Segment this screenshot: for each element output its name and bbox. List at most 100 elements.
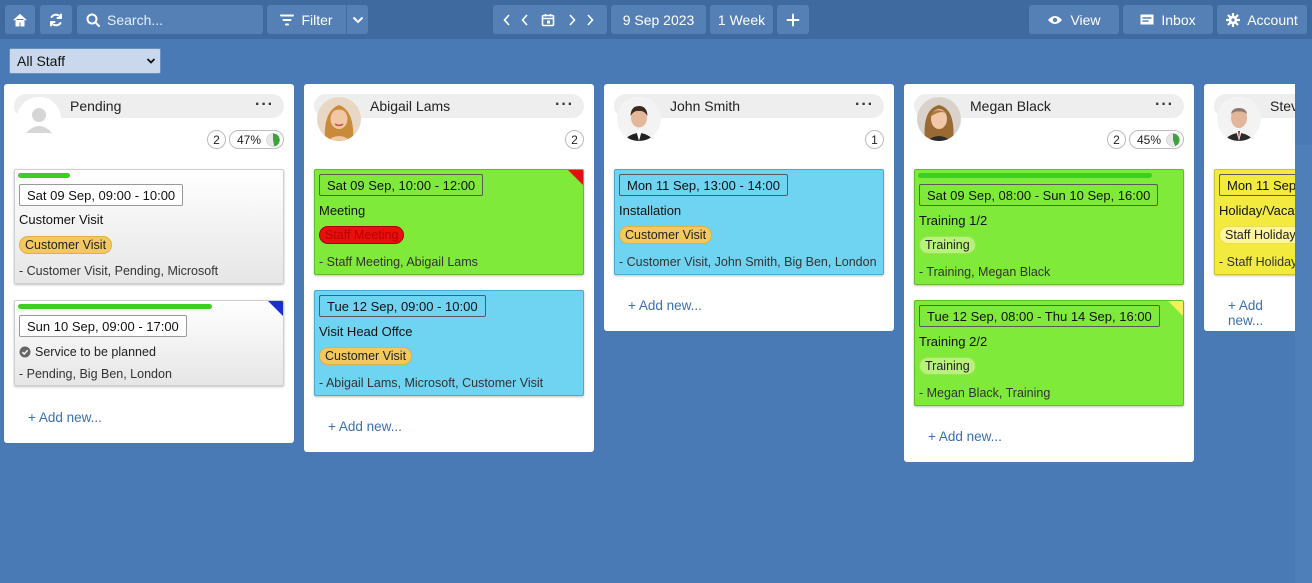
eye-icon: [1048, 15, 1063, 24]
count-badge: 2: [206, 130, 226, 149]
column-badges: 2 45%: [1106, 130, 1184, 149]
appointment-card[interactable]: Tue 12 Sep, 08:00 - Thu 14 Sep, 16:00 Tr…: [914, 300, 1184, 406]
corner-flag: [568, 170, 583, 185]
chevron-down-icon: [352, 16, 363, 23]
avatar: [617, 97, 661, 141]
plus-icon: [786, 13, 800, 26]
next-week-button[interactable]: [581, 13, 599, 26]
filter-button[interactable]: Filter: [267, 5, 346, 34]
column-john-smith: John Smith ··· 1 Mon 11 Sep, 13:00 - 14:…: [604, 84, 894, 331]
card-meta: - Abigail Lams, Microsoft, Customer Visi…: [319, 376, 544, 390]
pie-icon: [266, 132, 280, 147]
column-badges: 1: [865, 130, 884, 149]
home-icon: [13, 13, 27, 26]
column-title: Stev: [1270, 98, 1295, 114]
appointment-card[interactable]: Sat 09 Sep, 10:00 - 12:00 Meeting Staff …: [314, 169, 584, 275]
add-new-link[interactable]: + Add new...: [1228, 298, 1295, 328]
column-title: Abigail Lams: [370, 98, 451, 114]
progress-bar: [18, 304, 212, 309]
percent-value: 47%: [236, 132, 261, 147]
card-date: Mon 11 Sep, 13:00 - 14:00: [619, 174, 788, 196]
range-label: 1 Week: [717, 11, 766, 28]
card-title: Customer Visit: [19, 212, 104, 227]
view-label: View: [1070, 11, 1101, 28]
inbox-label: Inbox: [1161, 11, 1196, 28]
chevron-right-icon: [587, 13, 594, 26]
date-button[interactable]: 9 Sep 2023: [611, 5, 706, 34]
staff-select-value: All Staff: [17, 53, 65, 69]
tag-badge: Customer Visit: [319, 347, 413, 365]
card-date: Sun 10 Sep, 09:00 - 17:00: [19, 315, 187, 337]
tag-badge: Staff Holiday: [1219, 226, 1295, 244]
tag-badge: Training: [919, 357, 976, 375]
card-meta: - Customer Visit, John Smith, Big Ben, L…: [619, 255, 877, 269]
card-date: Sat 09 Sep, 09:00 - 10:00: [19, 184, 184, 206]
card-title: Training 1/2: [919, 213, 988, 228]
tag-badge: Training: [919, 236, 976, 254]
appointment-card[interactable]: Sat 09 Sep, 09:00 - 10:00 Customer Visit…: [14, 169, 284, 284]
inbox-button[interactable]: Inbox: [1123, 5, 1213, 34]
corner-flag: [268, 301, 283, 316]
prev-week-button[interactable]: [497, 13, 517, 26]
tag-badge: Staff Meeting: [319, 226, 405, 244]
add-new-link[interactable]: + Add new...: [928, 429, 1002, 444]
column-title: Megan Black: [970, 98, 1051, 114]
progress-bar: [18, 173, 70, 178]
chevron-left-icon: [521, 13, 528, 26]
more-icon[interactable]: ···: [555, 96, 574, 114]
more-icon[interactable]: ···: [255, 96, 274, 114]
calendar-button[interactable]: [533, 13, 563, 27]
next-day-button[interactable]: [563, 13, 581, 26]
add-new-link[interactable]: + Add new...: [328, 419, 402, 434]
avatar: [917, 97, 961, 141]
filter-icon: [280, 14, 295, 25]
count-badge: 2: [1106, 130, 1126, 149]
refresh-button[interactable]: [40, 5, 72, 34]
column-badges: 2: [565, 130, 584, 149]
percent-badge: 47%: [228, 130, 284, 149]
appointment-card[interactable]: Mon 11 Sep, 13:00 - 14:00 Installation C…: [614, 169, 884, 275]
appointment-card[interactable]: Mon 11 Sep - Holiday/Vacat Staff Holiday…: [1214, 169, 1295, 275]
calendar-icon: [541, 13, 555, 26]
card-date: Sat 09 Sep, 10:00 - 12:00: [319, 174, 484, 196]
percent-badge: 45%: [1128, 130, 1184, 149]
add-button[interactable]: [777, 5, 809, 34]
appointment-card[interactable]: Sat 09 Sep, 08:00 - Sun 10 Sep, 16:00 Tr…: [914, 169, 1184, 285]
card-meta: - Pending, Big Ben, London: [19, 367, 172, 381]
progress-bar: [918, 173, 1152, 178]
card-date: Tue 12 Sep, 08:00 - Thu 14 Sep, 16:00: [919, 305, 1160, 327]
chevron-down-icon: [146, 58, 156, 64]
filter-dropdown-button[interactable]: [346, 5, 368, 34]
card-date: Mon 11 Sep -: [1219, 174, 1295, 196]
search-input[interactable]: Search...: [77, 5, 263, 34]
scrollbar[interactable]: [1295, 145, 1312, 583]
add-new-link[interactable]: + Add new...: [28, 410, 102, 425]
appointment-card[interactable]: Sun 10 Sep, 09:00 - 17:00 Service to be …: [14, 300, 284, 386]
status-text: Service to be planned: [35, 345, 156, 359]
account-button[interactable]: Account: [1217, 5, 1307, 34]
more-icon[interactable]: ···: [1155, 96, 1174, 114]
column-title: Pending: [70, 98, 122, 114]
home-button[interactable]: [5, 5, 35, 34]
tag-badge: Customer Visit: [619, 226, 713, 244]
date-label: 9 Sep 2023: [622, 11, 695, 28]
add-new-link[interactable]: + Add new...: [628, 298, 702, 313]
card-title: Training 2/2: [919, 334, 988, 349]
column-stev: Stev Mon 11 Sep - Holiday/Vacat Staff Ho…: [1204, 84, 1295, 331]
column-abigail-lams: Abigail Lams ··· 2 Sat 09 Sep, 10:00 - 1…: [304, 84, 594, 452]
card-title: Meeting: [319, 203, 366, 218]
date-navigation: [493, 5, 607, 34]
column-megan-black: Megan Black ··· 2 45% Sat 09 Sep, 08:00 …: [904, 84, 1194, 462]
view-button[interactable]: View: [1029, 5, 1119, 34]
appointment-card[interactable]: Tue 12 Sep, 09:00 - 10:00 Visit Head Off…: [314, 290, 584, 396]
staff-select[interactable]: All Staff: [9, 48, 161, 74]
count-badge: 1: [865, 130, 884, 149]
column-pending: Pending ··· 2 47% Sat 09 Sep, 09:00 - 10…: [4, 84, 294, 443]
more-icon[interactable]: ···: [855, 96, 874, 114]
avatar: [17, 97, 61, 141]
avatar: [1217, 97, 1261, 141]
range-button[interactable]: 1 Week: [710, 5, 773, 34]
prev-day-button[interactable]: [517, 13, 533, 26]
card-title: Visit Head Offce: [319, 324, 413, 339]
card-meta: - Customer Visit, Pending, Microsoft: [19, 264, 219, 278]
